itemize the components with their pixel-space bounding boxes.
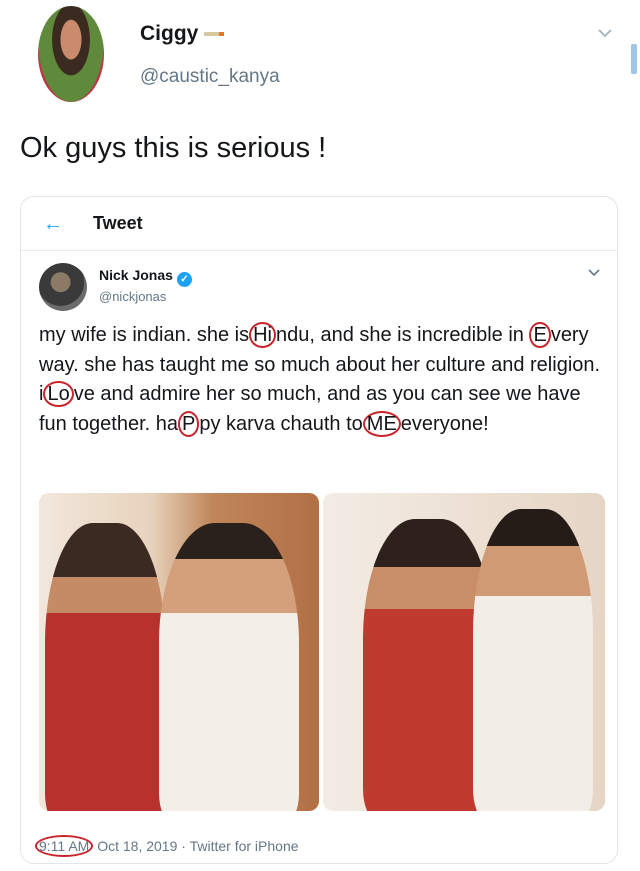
scrollbar[interactable] [631, 44, 637, 74]
photo-figure [45, 523, 165, 811]
circled-letters: E [529, 322, 551, 348]
card-header: ← Tweet [21, 197, 617, 251]
verified-badge-icon: ✓ [176, 272, 192, 287]
tweet-date-source[interactable]: Oct 18, 2019 · Twitter for iPhone [97, 838, 298, 854]
circled-letters: Lo [43, 381, 74, 407]
outer-tweet-text: Ok guys this is serious ! [20, 132, 327, 164]
tweet-meta: 9:11 AM Oct 18, 2019 · Twitter for iPhon… [35, 835, 299, 857]
outer-handle[interactable]: @caustic_kanya [140, 66, 280, 88]
author-name-text: Nick Jonas [99, 267, 173, 283]
tweet-photo-left[interactable] [39, 493, 319, 811]
chevron-down-icon[interactable] [596, 24, 614, 42]
circled-letters: P [178, 410, 200, 437]
chevron-down-icon[interactable] [587, 265, 601, 279]
outer-display-name[interactable]: Ciggy [140, 22, 225, 46]
tweet-text-segment: everyone! [400, 412, 489, 435]
circled-letters: Hi [249, 322, 276, 348]
arrow-left-icon[interactable]: ← [43, 213, 63, 236]
quoted-tweet-screenshot: ← Tweet Nick Jonas ✓ @nickjonas my wife i… [20, 196, 618, 864]
tweet-body: my wife is indian. she is Hi ndu, and she … [39, 321, 603, 439]
author-handle[interactable]: @nickjonas [99, 289, 166, 304]
photo-figure [473, 509, 593, 811]
tweet-photo-right[interactable] [323, 493, 605, 811]
tweet-text-segment: ndu, and she is incredible in [275, 324, 530, 346]
circled-letters: ME [362, 410, 401, 437]
tweet-time[interactable]: 9:11 AM [35, 835, 94, 857]
outer-avatar[interactable] [38, 6, 104, 102]
card-header-title: Tweet [93, 213, 143, 233]
cigarette-icon [204, 32, 225, 37]
author-name[interactable]: Nick Jonas ✓ [99, 267, 192, 287]
tweet-text-segment: my wife is indian. she is [39, 324, 250, 346]
author-avatar[interactable] [39, 263, 87, 311]
photo-figure [159, 523, 299, 811]
outer-display-name-text: Ciggy [140, 22, 199, 45]
tweet-text-segment: py karva chauth to [199, 412, 363, 435]
